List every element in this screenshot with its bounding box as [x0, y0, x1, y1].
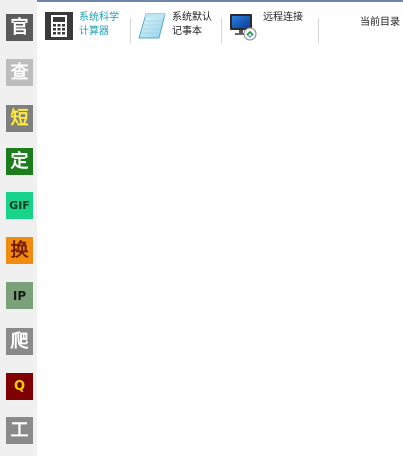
- sidebar-tile-convert[interactable]: 换: [6, 237, 33, 264]
- sidebar-tile-label: 定: [10, 150, 29, 172]
- sidebar-tile-label: GIF: [9, 199, 30, 212]
- sidebar-tile-crawl[interactable]: 爬: [6, 328, 33, 355]
- sidebar-tile-ip[interactable]: IP: [6, 282, 33, 309]
- sidebar-tile-official[interactable]: 官: [6, 14, 33, 41]
- remote-connection-label: 远程连接: [263, 11, 303, 25]
- sidebar-tile-label: IP: [12, 288, 27, 303]
- sidebar-tile-lookup[interactable]: 查: [6, 59, 33, 86]
- sidebar-tile-label: Q: [13, 379, 26, 394]
- sidebar-tile-q[interactable]: Q: [6, 373, 33, 400]
- sidebar-tile-fixed[interactable]: 定: [6, 148, 33, 175]
- notepad-label-line1: 系统默认: [172, 12, 212, 23]
- toolbar-divider: [221, 18, 222, 43]
- remote-desktop-icon: [230, 14, 257, 41]
- sidebar-tile-label: 官: [10, 16, 29, 38]
- notepad-label: 系统默认 记事本: [172, 11, 212, 39]
- remote-connection-button[interactable]: 远程连接: [228, 11, 303, 45]
- notepad-label-line2: 记事本: [172, 26, 202, 37]
- sidebar-tile-gif[interactable]: GIF: [6, 192, 33, 219]
- toolbar-divider: [318, 18, 319, 43]
- sidebar-tile-label: 短: [10, 107, 29, 129]
- calculator-label-line2: 计算器: [79, 26, 109, 37]
- sidebar-tile-tools[interactable]: 工: [6, 417, 33, 444]
- sidebar-tile-short[interactable]: 短: [6, 105, 33, 132]
- notepad-icon: [138, 13, 166, 39]
- calculator-label-line1: 系统科学: [79, 12, 119, 23]
- calculator-label: 系统科学 计算器: [79, 11, 119, 39]
- sidebar: 官 查 短 定 GIF 换 IP 爬 Q 工: [0, 0, 37, 456]
- remote-connection-label-line1: 远程连接: [263, 12, 303, 23]
- current-directory-button[interactable]: 当前目录: [360, 13, 400, 28]
- app-window: 官 查 短 定 GIF 换 IP 爬 Q 工 系统科学 计算器 系统默认 记事本…: [0, 0, 403, 456]
- sidebar-tile-label: 查: [10, 61, 29, 83]
- sidebar-tile-label: 爬: [10, 330, 29, 352]
- notepad-button[interactable]: 系统默认 记事本: [137, 11, 212, 45]
- toolbar-divider: [130, 18, 131, 43]
- calculator-icon: [45, 12, 73, 40]
- toolbar: 系统科学 计算器 系统默认 记事本 远程连接 当前目录: [37, 2, 403, 46]
- sidebar-tile-label: 换: [10, 239, 29, 261]
- calculator-button[interactable]: 系统科学 计算器: [44, 11, 119, 45]
- sidebar-tile-label: 工: [10, 419, 29, 441]
